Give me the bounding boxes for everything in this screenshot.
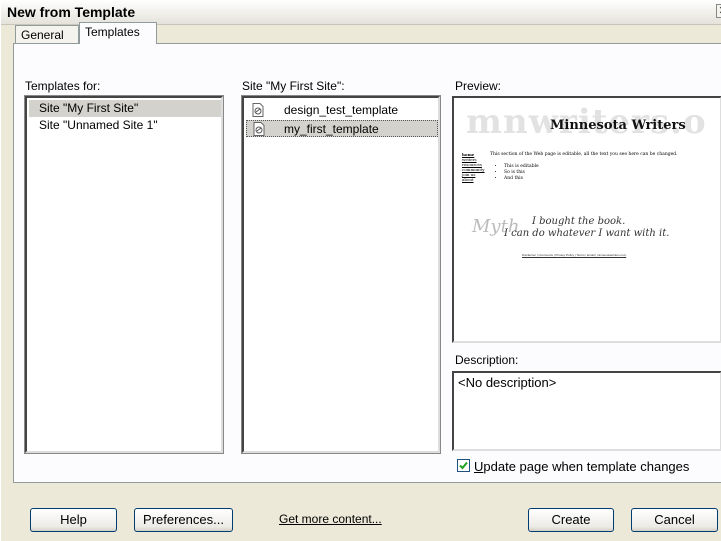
description-box: <No description> [452, 371, 721, 451]
dialog-title: New from Template [7, 4, 136, 20]
preview-quote-1: I bought the book. [532, 216, 626, 227]
accelerator-key: U [474, 459, 484, 474]
create-button[interactable]: Create [528, 508, 614, 532]
preview-heading: Minnesota Writers [550, 118, 686, 133]
preview-body-text: This section of the Web page is editable… [490, 152, 678, 157]
preview-label: Preview: [455, 79, 502, 93]
templates-for-list[interactable]: Site "My First Site" Site "Unnamed Site … [24, 95, 224, 454]
preview-footer-links: Disclaimer | Comments | Privacy Policy |… [522, 253, 627, 257]
help-button[interactable]: Help [30, 508, 117, 532]
list-item-design-test-template[interactable]: design_test_template [246, 102, 438, 119]
template-name: my_first_template [284, 122, 379, 136]
template-name: design_test_template [284, 103, 399, 117]
preview-bullets: This is editable So is this And this [494, 164, 539, 182]
update-page-label[interactable]: Update page when template changes [474, 459, 689, 474]
list-item-unnamed-site[interactable]: Site "Unnamed Site 1" [29, 117, 221, 134]
cancel-button[interactable]: Cancel [631, 508, 718, 532]
get-more-content-link[interactable]: Get more content... [279, 512, 382, 526]
site-list-label: Site "My First Site": [242, 79, 345, 93]
bullet-item: And this [504, 176, 539, 182]
close-icon[interactable]: ✕ [716, 4, 721, 18]
update-page-checkbox[interactable] [457, 459, 470, 472]
template-file-icon [253, 122, 265, 136]
tab-general[interactable]: General [15, 25, 79, 43]
checkmark-icon [459, 461, 468, 470]
site-template-list[interactable]: design_test_template my_first_template [241, 95, 441, 454]
list-item-my-first-site[interactable]: Site "My First Site" [29, 100, 221, 117]
preview-quote-2: I can do whatever I want with it. [504, 228, 670, 239]
tab-templates[interactable]: Templates [79, 22, 157, 44]
template-file-icon [252, 103, 264, 117]
update-page-label-text: pdate page when template changes [483, 459, 690, 474]
list-item-my-first-template[interactable]: my_first_template [246, 120, 438, 137]
template-preview: mnwriters.o Minnesota Writers home write… [452, 96, 721, 343]
nav-link: about [462, 177, 474, 182]
templates-for-label: Templates for: [25, 79, 101, 93]
description-label: Description: [455, 353, 519, 367]
new-from-template-dialog: New from Template ✕ General Templates Te… [0, 0, 721, 541]
preferences-button[interactable]: Preferences... [134, 508, 233, 532]
preview-nav: home writers resources community join us… [462, 152, 485, 182]
